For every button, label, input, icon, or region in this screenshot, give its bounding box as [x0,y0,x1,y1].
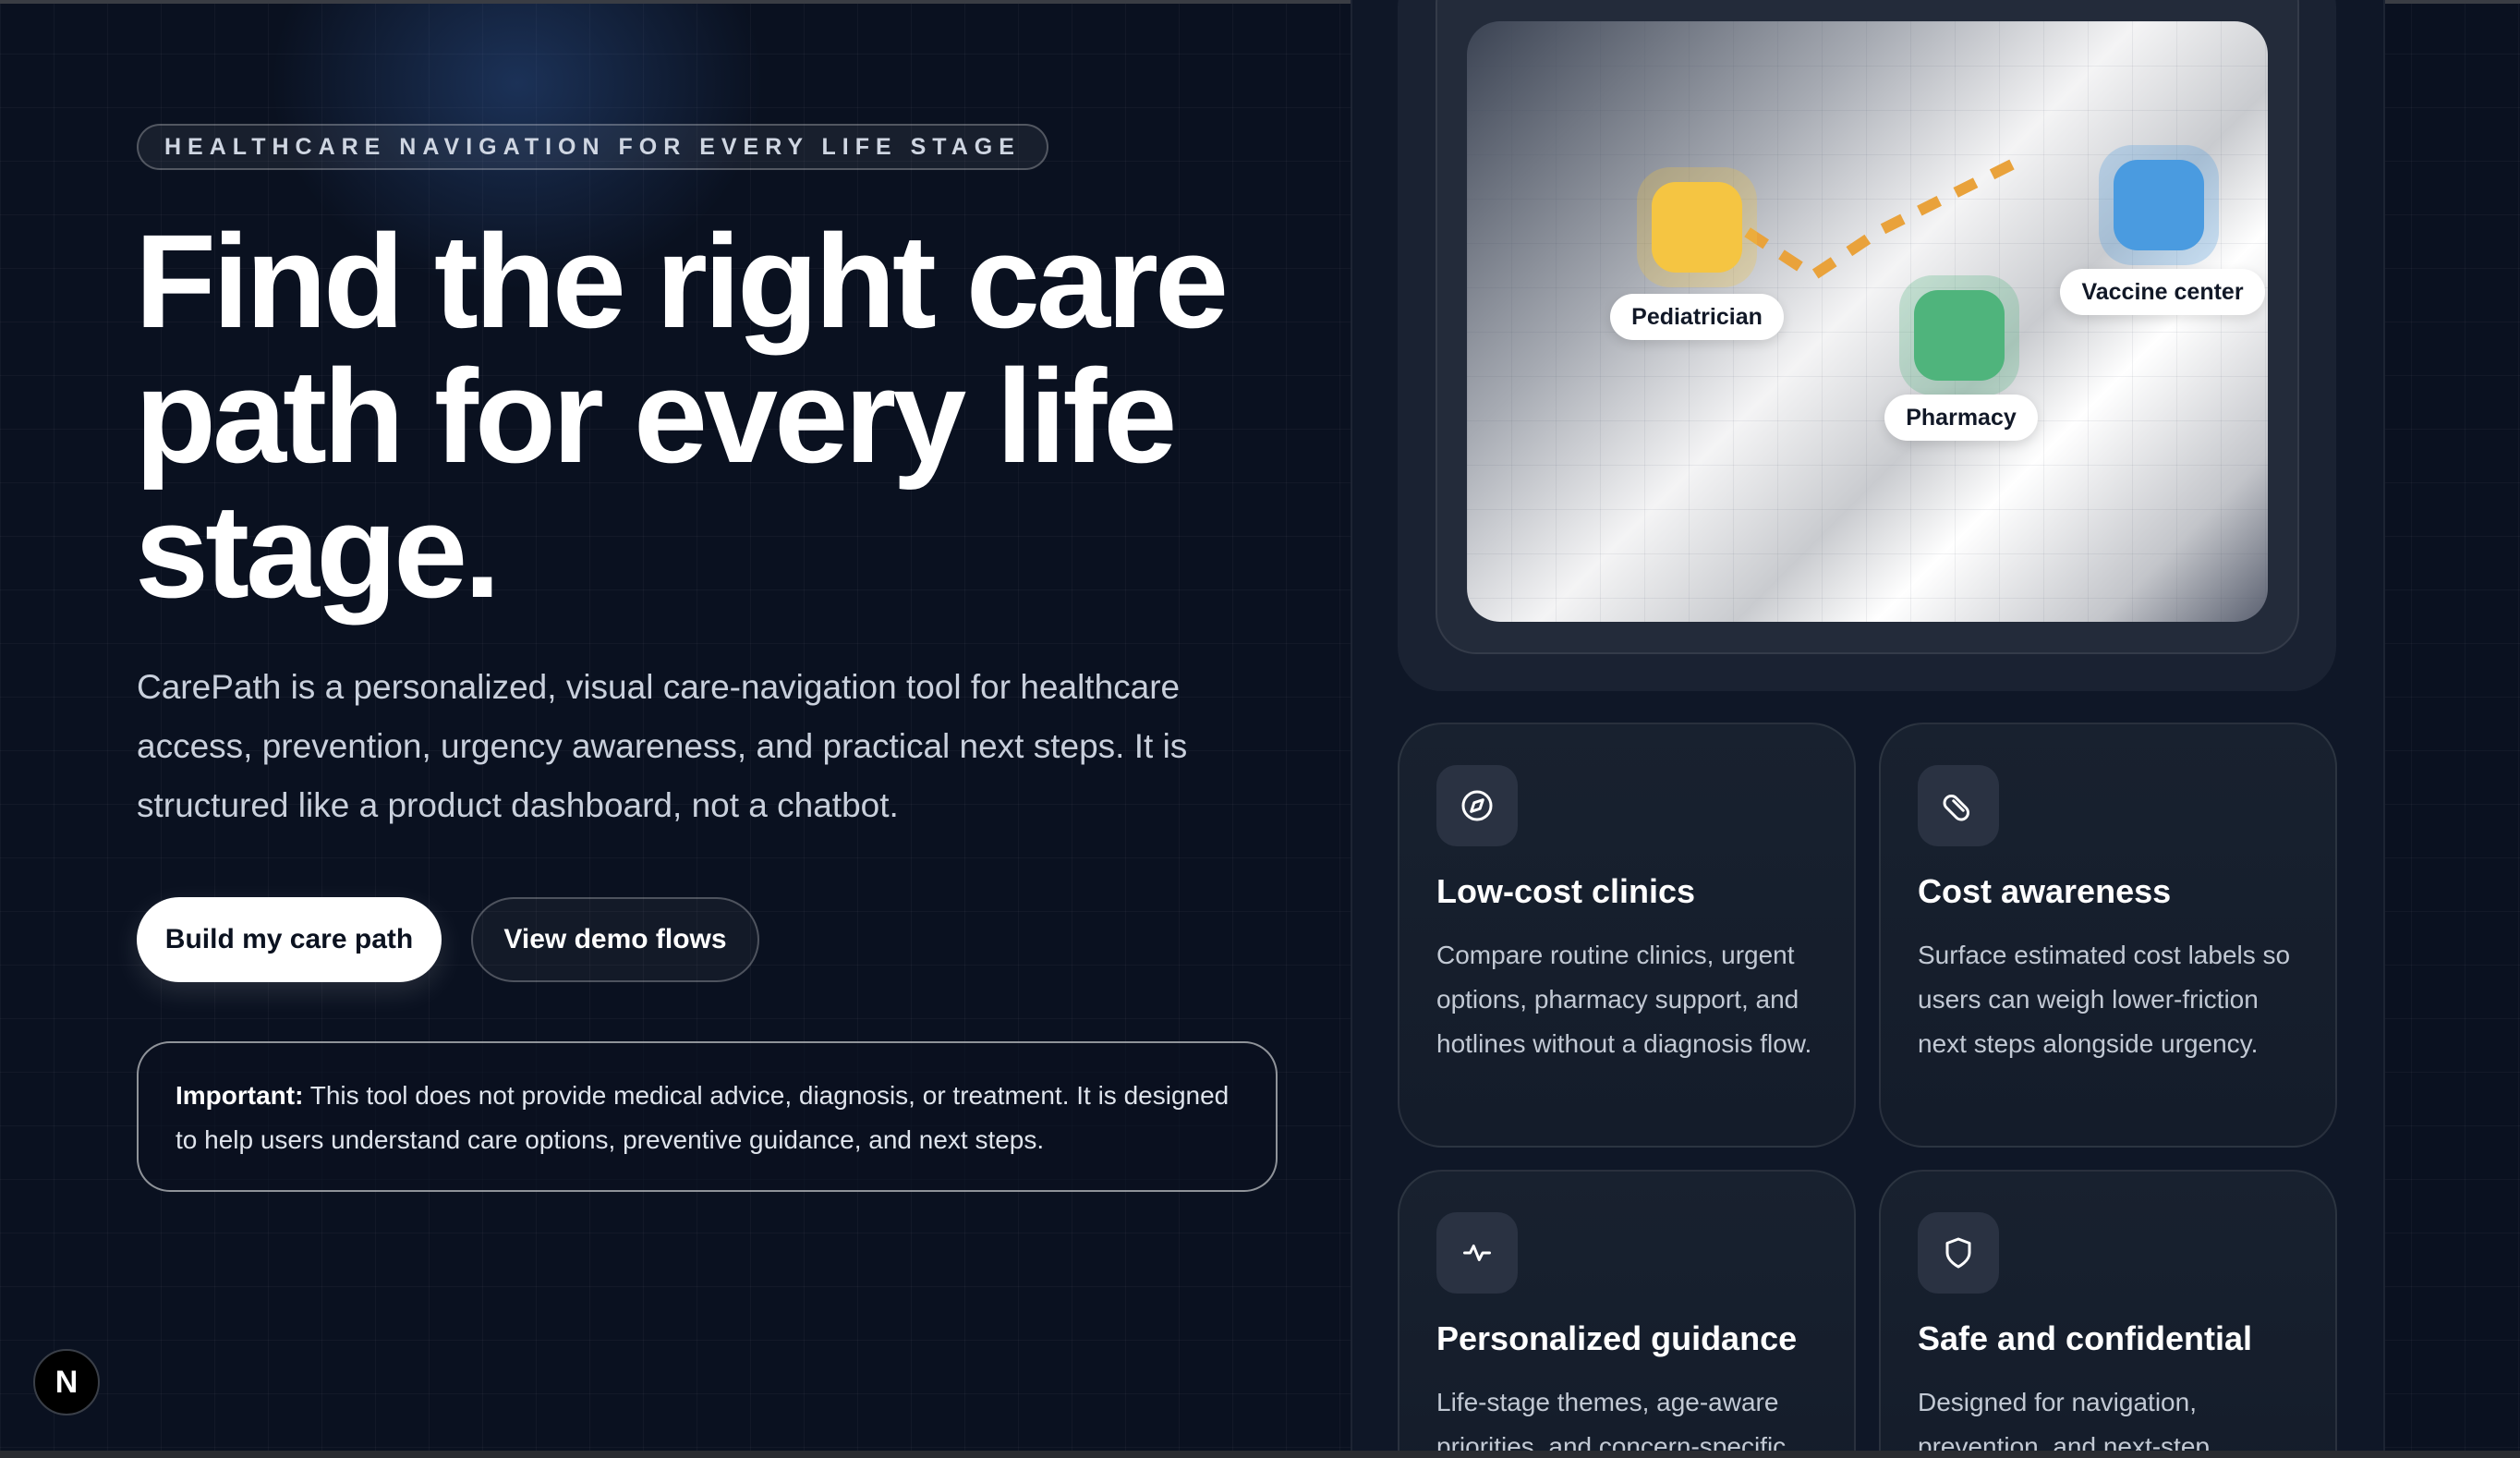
feature-title: Low-cost clinics [1436,872,1696,910]
headline-line-1: Find the right care [135,207,1229,356]
vaccine-center-pin-icon[interactable] [2114,160,2204,250]
route-line-svg [1676,159,2015,283]
feature-card-cost-awareness: Cost awareness Surface estimated cost la… [1879,723,2337,1148]
headline-line-3: stage. [135,477,501,626]
nextjs-logo-icon: N [55,1364,79,1400]
feature-description: Compare routine clinics, urgent options,… [1436,941,1812,1058]
feature-description: Designed for navigation, prevention, and… [1918,1388,2210,1458]
notice-text: This tool does not provide medical advic… [176,1081,1230,1154]
eyebrow-badge: HEALTHCARE NAVIGATION FOR EVERY LIFE STA… [137,124,1048,170]
feature-card-safe-and-confidential: Safe and confidential Designed for navig… [1879,1170,2337,1458]
window-bottom-border [0,1451,2520,1458]
intro-paragraph: CarePath is a personalized, visual care-… [137,668,1188,824]
care-map: Pediatrician Pharmacy Vaccine center [1467,21,2268,622]
feature-card-personalized-guidance: Personalized guidance Life-stage themes,… [1398,1170,1856,1458]
pediatrician-label[interactable]: Pediatrician [1610,294,1784,340]
notice-label: Important: [176,1081,304,1110]
pill-icon [1918,765,1999,846]
build-care-path-button[interactable]: Build my care path [137,897,442,982]
feature-title: Safe and confidential [1918,1319,2253,1357]
feature-title: Personalized guidance [1436,1319,1798,1357]
feature-description: Life-stage themes, age-aware priorities,… [1436,1388,1787,1458]
headline-line-2: path for every life [135,342,1177,491]
page-title: Find the right care path for every life … [135,214,1317,619]
pulse-icon [1436,1212,1518,1294]
disclaimer-notice: Important: This tool does not provide me… [137,1041,1278,1192]
feature-title: Cost awareness [1918,872,2172,910]
nextjs-dev-badge[interactable]: N [33,1349,100,1415]
feature-description: Surface estimated cost labels so users c… [1918,941,2291,1058]
pharmacy-pin-icon[interactable] [1914,290,2005,381]
shield-icon [1918,1212,1999,1294]
compass-icon [1436,765,1518,846]
vaccine-center-label[interactable]: Vaccine center [2060,269,2265,315]
view-demo-flows-button[interactable]: View demo flows [471,897,759,982]
page: HEALTHCARE NAVIGATION FOR EVERY LIFE STA… [0,0,2520,1458]
pharmacy-label[interactable]: Pharmacy [1884,395,2038,441]
pediatrician-pin-icon[interactable] [1652,182,1742,273]
feature-card-low-cost-clinics: Low-cost clinics Compare routine clinics… [1398,723,1856,1148]
